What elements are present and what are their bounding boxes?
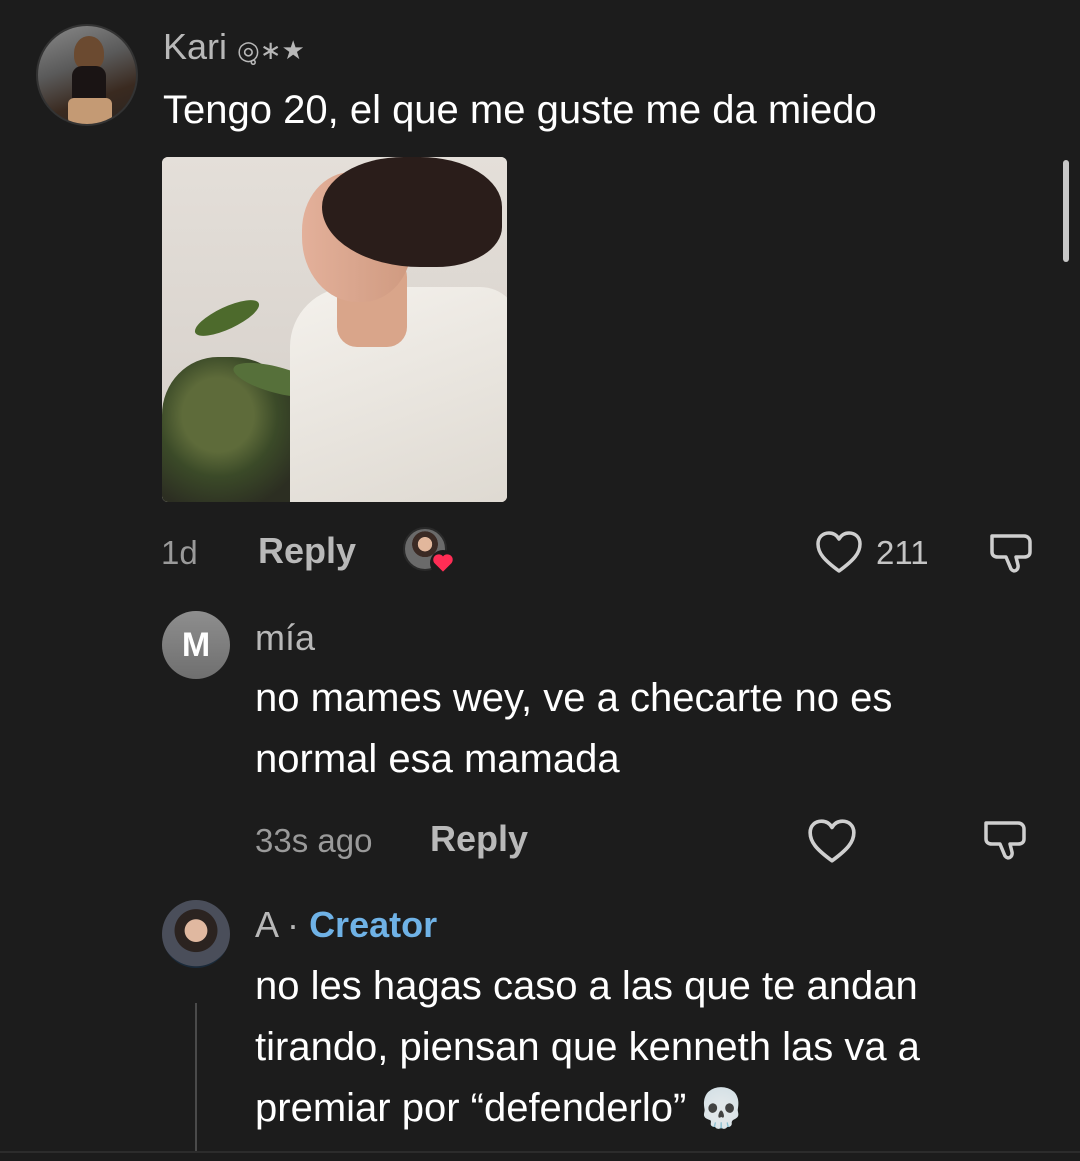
- like-button[interactable]: [814, 529, 864, 575]
- comment-username[interactable]: Kari ◎̥∗★: [163, 26, 305, 68]
- dislike-button[interactable]: [986, 530, 1036, 576]
- divider: [0, 1151, 1080, 1153]
- avatar-letter: M: [181, 625, 211, 664]
- comment-text-line: no les hagas caso a las que te andan: [255, 964, 918, 1008]
- reply-button[interactable]: Reply: [430, 818, 528, 860]
- comment-text-line: tirando, piensan que kenneth las va a: [255, 1025, 920, 1069]
- comment-image[interactable]: [162, 157, 507, 502]
- heart-icon: [808, 819, 856, 863]
- mia-avatar[interactable]: M: [162, 611, 230, 679]
- dislike-button[interactable]: [980, 817, 1030, 863]
- creator-badge: Creator: [309, 904, 438, 945]
- dislike-icon: [990, 534, 1032, 573]
- comment-username[interactable]: mía: [255, 617, 315, 659]
- like-count: 211: [876, 534, 929, 571]
- separator: ·: [287, 904, 300, 945]
- comment-text: Tengo 20, el que me guste me da miedo: [163, 88, 877, 132]
- skull-icon: 💀: [697, 1086, 745, 1130]
- creator-heart-icon: [430, 550, 456, 576]
- thread-line: [195, 1003, 197, 1153]
- dislike-icon: [984, 821, 1026, 860]
- comment-time: 1d: [161, 534, 198, 571]
- reply-button[interactable]: Reply: [258, 530, 356, 572]
- comment-text-line-3: premiar por “defenderlo” 💀: [255, 1078, 745, 1139]
- username-decoration: ◎̥∗★: [237, 35, 305, 65]
- comment-text-line: no mames wey, ve a checarte no es: [255, 676, 893, 720]
- heart-icon: [816, 531, 862, 573]
- comment-text: premiar por “defenderlo”: [255, 1086, 687, 1130]
- like-button[interactable]: [806, 817, 858, 865]
- creator-avatar[interactable]: [162, 900, 230, 968]
- comment-time: 33s ago: [255, 822, 373, 859]
- kari-avatar[interactable]: [36, 24, 138, 126]
- scrollbar[interactable]: [1063, 160, 1069, 262]
- comment-username[interactable]: A: [255, 904, 277, 945]
- comment-username-row: A · Creator: [255, 904, 437, 946]
- comment-text-line: normal esa mamada: [255, 737, 620, 781]
